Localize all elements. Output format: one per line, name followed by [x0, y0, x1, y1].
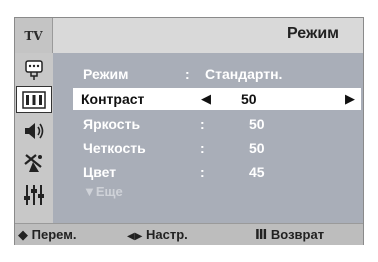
footer-adjust: ◀▶ Настр.: [127, 227, 188, 242]
move-label: Перем.: [31, 227, 77, 242]
updown-diamond-icon: ◆: [18, 227, 28, 242]
channel-antenna-icon[interactable]: [16, 149, 52, 176]
row-label: Яркость: [83, 116, 141, 132]
leftright-arrows-icon: ◀▶: [127, 231, 143, 242]
row-label: Четкость: [83, 140, 146, 156]
menu-header: TV Режим: [15, 18, 363, 53]
row-value: 50: [249, 116, 265, 132]
menu-title: Режим: [287, 25, 339, 42]
sound-icon[interactable]: [16, 117, 52, 144]
menu-return-icon: Ⅲ: [255, 227, 268, 242]
tv-osd-menu: TV Режим Режим: Стандартн. Контраст ◀ 5…: [0, 0, 378, 262]
row-value: 50: [241, 91, 257, 107]
tv-tab[interactable]: TV: [15, 18, 53, 53]
row-value: 50: [249, 140, 265, 156]
arrow-left-icon[interactable]: ◀: [201, 91, 211, 107]
arrow-right-icon[interactable]: ▶: [345, 91, 355, 107]
picture-menu-content: Режим : Стандартн. Контраст ◀ 50 ▶ Яркос…: [53, 53, 363, 223]
footer-move: ◆ Перем.: [18, 227, 76, 243]
adjust-label: Настр.: [146, 227, 188, 242]
menu-row-brightness[interactable]: Яркость : 50: [75, 113, 357, 135]
row-label: Цвет: [83, 164, 117, 180]
more-item[interactable]: ▼Еще: [83, 184, 123, 199]
row-colon: :: [200, 164, 205, 180]
picture-icon[interactable]: [16, 86, 52, 113]
row-colon: :: [200, 116, 205, 132]
return-label: Возврат: [270, 227, 325, 242]
input-icon[interactable]: [16, 56, 52, 83]
row-label: Режим: [83, 66, 129, 82]
menu-footer: ◆ Перем. ◀▶ Настр. Ⅲ Возврат: [15, 223, 363, 245]
row-colon: :: [185, 66, 190, 82]
menu-frame: TV Режим Режим: Стандартн. Контраст ◀ 5…: [14, 17, 364, 245]
footer-return: Ⅲ Возврат: [255, 227, 324, 243]
menu-row-contrast[interactable]: Контраст ◀ 50 ▶: [73, 88, 361, 110]
row-colon: :: [200, 140, 205, 156]
menu-row-mode[interactable]: Режим : Стандартн.: [75, 63, 357, 85]
row-label: Контраст: [81, 91, 145, 107]
menu-row-color[interactable]: Цвет : 45: [75, 161, 357, 183]
row-value: Стандартн.: [205, 66, 283, 82]
row-value: 45: [249, 164, 265, 180]
menu-sidebar: [15, 53, 53, 223]
setup-sliders-icon[interactable]: [16, 181, 52, 208]
menu-row-sharpness[interactable]: Четкость : 50: [75, 137, 357, 159]
